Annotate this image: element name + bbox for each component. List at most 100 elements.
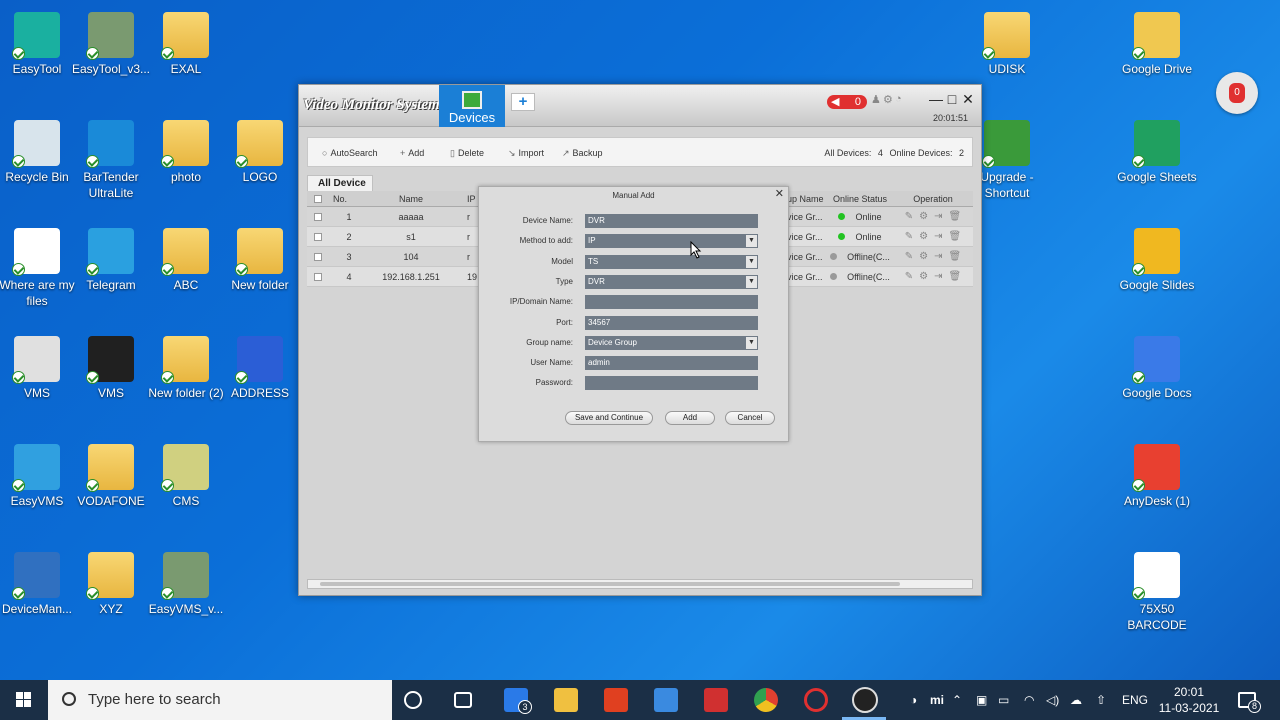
cell-no: 3 <box>346 251 352 262</box>
dialog-close-icon[interactable]: ✕ <box>775 187 784 201</box>
screen-recorder-icon[interactable] <box>804 688 828 712</box>
close-button[interactable]: ✕ <box>961 91 975 108</box>
row-checkbox[interactable] <box>311 227 325 246</box>
user-input[interactable]: admin <box>585 356 758 370</box>
import-button[interactable]: ↘ Import <box>508 148 544 159</box>
add-confirm-button[interactable]: Add <box>665 411 715 425</box>
horizontal-scrollbar[interactable] <box>307 579 973 589</box>
user-icon[interactable]: ♟ <box>871 93 881 106</box>
delete-icon[interactable]: 🗑 <box>949 271 962 282</box>
settings-icon[interactable]: ⚙ <box>919 251 928 262</box>
edit-icon[interactable]: ✎ <box>905 211 913 222</box>
device-name-input[interactable]: DVR <box>585 214 758 228</box>
upload-icon[interactable]: ⇧ <box>1096 680 1106 720</box>
onedrive-icon[interactable]: ☁ <box>1070 680 1082 720</box>
notification-widget[interactable]: 0 <box>1216 72 1258 114</box>
taskbar-clock[interactable]: 20:01 11-03-2021 <box>1156 684 1222 716</box>
taskbar-search[interactable]: Type here to search <box>48 680 392 720</box>
save-continue-button[interactable]: Save and Continue <box>565 411 653 425</box>
logout-icon[interactable]: ⇥ <box>934 271 942 282</box>
cell-no: 1 <box>346 211 352 222</box>
devices-icon <box>462 91 482 109</box>
type-select[interactable]: DVR ▼ <box>585 275 758 289</box>
status-text: Online <box>855 231 882 242</box>
chevron-down-icon: ▼ <box>746 235 757 247</box>
desktop-icon-right-1[interactable]: Google Drive <box>1117 12 1197 77</box>
settings-icon[interactable]: ⚙ <box>919 271 928 282</box>
battery-icon[interactable]: ▭ <box>998 680 1009 720</box>
logout-icon[interactable]: ⇥ <box>934 251 942 262</box>
cortana-icon[interactable] <box>404 691 422 709</box>
ip-input[interactable] <box>585 295 758 309</box>
delete-icon[interactable]: 🗑 <box>949 231 962 242</box>
scroll-thumb[interactable] <box>320 582 900 586</box>
language-indicator[interactable]: ENG <box>1122 680 1148 720</box>
tab-devices[interactable]: Devices <box>439 85 505 127</box>
password-input[interactable] <box>585 376 758 390</box>
group-label: Group name: <box>526 338 573 347</box>
chrome-icon[interactable] <box>754 688 778 712</box>
delete-icon[interactable]: 🗑 <box>949 211 962 222</box>
delete-button[interactable]: ▯ Delete <box>450 148 484 159</box>
backup-button[interactable]: ↗ Backup <box>562 148 603 159</box>
group-select[interactable]: Device Group ▼ <box>585 336 758 350</box>
todo-icon[interactable]: 3 <box>504 688 532 714</box>
desktop-icon-right-6[interactable]: AnyDesk (1) <box>1117 444 1197 509</box>
desktop-icon-right-7[interactable]: 75X50 BARCODE <box>1117 552 1197 633</box>
select-all-checkbox[interactable] <box>311 191 325 206</box>
settings-icon[interactable]: ⚙ <box>919 231 928 242</box>
desktop-icon-right-0[interactable]: UDISK <box>967 12 1047 77</box>
alarm-badge[interactable]: ◀ 0 <box>827 95 867 109</box>
tray-mi-icon[interactable]: mi <box>930 680 944 720</box>
clock: 20:01:51 <box>933 113 969 123</box>
desktop-icon-right-4[interactable]: Google Slides <box>1117 228 1197 293</box>
store-icon[interactable] <box>654 688 678 712</box>
maximize-button[interactable]: □ <box>945 91 959 107</box>
col-name: Name <box>398 193 423 204</box>
add-button[interactable]: + Add <box>400 148 424 158</box>
task-view-icon[interactable] <box>454 692 472 708</box>
tab-all-device[interactable]: All Device <box>307 175 373 191</box>
tray-device-icon[interactable]: ▣ <box>976 680 987 720</box>
title-bar: Video Monitor System Devices + ◀ 0 ♟ ⚙ ◔… <box>299 85 981 127</box>
ip-row: IP/Domain Name: <box>479 295 790 309</box>
speaker-icon: ◀ <box>831 96 840 108</box>
app-red-icon[interactable] <box>704 688 728 712</box>
start-button[interactable] <box>0 680 48 720</box>
port-label: Port: <box>556 318 573 327</box>
minimize-button[interactable]: — <box>929 91 943 107</box>
row-checkbox[interactable] <box>311 247 325 266</box>
row-checkbox[interactable] <box>311 207 325 226</box>
office-icon[interactable] <box>604 688 628 712</box>
method-select[interactable]: IP ▼ <box>585 234 758 248</box>
model-select[interactable]: TS ▼ <box>585 255 758 269</box>
autosearch-button[interactable]: ○ AutoSearch <box>322 148 377 158</box>
tray-overflow-icon[interactable]: ⌃ <box>952 680 962 720</box>
settings-icon[interactable]: ⚙ <box>919 211 928 222</box>
gauge-icon[interactable]: ◔ <box>895 93 902 105</box>
edit-icon[interactable]: ✎ <box>905 231 913 242</box>
logout-icon[interactable]: ⇥ <box>934 211 942 222</box>
add-tab-button[interactable]: + <box>511 93 535 111</box>
status-text: Online <box>855 211 882 222</box>
cancel-button[interactable]: Cancel <box>725 411 775 425</box>
delete-icon[interactable]: 🗑 <box>949 251 962 262</box>
trash-icon: ▯ <box>450 148 455 158</box>
desktop-icon-right-3[interactable]: Google Sheets <box>1117 120 1197 185</box>
desktop-icon-right-5[interactable]: Google Docs <box>1117 336 1197 401</box>
device-name-row: Device Name: DVR <box>479 214 790 228</box>
edit-icon[interactable]: ✎ <box>905 251 913 262</box>
import-label: Import <box>518 148 545 158</box>
vms-taskbar-icon[interactable] <box>852 687 878 713</box>
action-center-icon[interactable]: 8 <box>1238 692 1261 713</box>
port-input[interactable]: 34567 <box>585 316 758 330</box>
tray-app-icon[interactable]: ◑ <box>910 680 917 720</box>
import-icon: ↘ <box>508 148 516 158</box>
edit-icon[interactable]: ✎ <box>905 271 913 282</box>
row-checkbox[interactable] <box>311 267 325 286</box>
volume-icon[interactable]: ◁) <box>1046 680 1059 720</box>
gear-icon[interactable]: ⚙ <box>883 93 893 106</box>
logout-icon[interactable]: ⇥ <box>934 231 942 242</box>
wifi-icon[interactable]: ◠ <box>1024 680 1034 720</box>
file-explorer-icon[interactable] <box>554 688 578 712</box>
